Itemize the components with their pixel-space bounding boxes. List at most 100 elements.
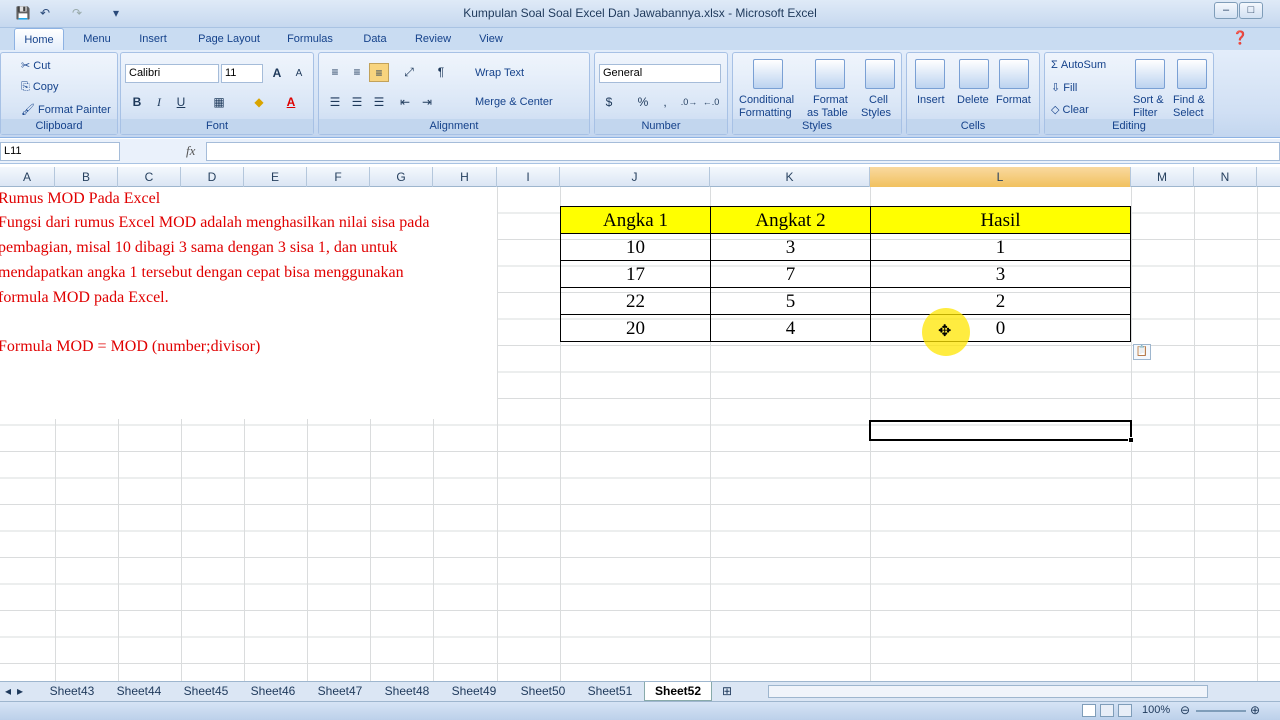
align-center-icon[interactable]: ☰ bbox=[347, 93, 367, 112]
sheet-tab[interactable]: Sheet48 bbox=[375, 682, 439, 701]
conditional-formatting-label-2[interactable]: Formatting bbox=[739, 107, 792, 119]
tab-page-layout[interactable]: Page Layout bbox=[190, 28, 268, 50]
col-header-b[interactable]: B bbox=[55, 167, 118, 187]
font-size-select[interactable]: 11 bbox=[221, 64, 263, 83]
tab-insert[interactable]: Insert bbox=[130, 28, 176, 50]
zoom-slider[interactable] bbox=[1196, 710, 1246, 712]
merge-center-button[interactable]: Merge & Center bbox=[475, 96, 553, 108]
normal-view-icon[interactable] bbox=[1082, 704, 1096, 717]
tab-formulas[interactable]: Formulas bbox=[280, 28, 340, 50]
format-as-table-label[interactable]: Format bbox=[813, 94, 848, 106]
sheet-tab[interactable]: Sheet49 bbox=[442, 682, 506, 701]
col-header-n[interactable]: N bbox=[1194, 167, 1257, 187]
bold-button[interactable]: B bbox=[127, 93, 147, 112]
table-cell[interactable]: 22 bbox=[560, 287, 711, 315]
find-select-icon[interactable] bbox=[1177, 59, 1207, 89]
font-color-icon[interactable]: A bbox=[281, 93, 301, 112]
wrap-text-button[interactable]: Wrap Text bbox=[475, 67, 524, 79]
delete-cells-label[interactable]: Delete bbox=[957, 94, 989, 106]
copy-button[interactable]: ⎘ Copy bbox=[21, 81, 59, 94]
sheet-tab[interactable]: Sheet51 bbox=[578, 682, 642, 701]
find-select-label-2[interactable]: Select bbox=[1173, 107, 1204, 119]
sort-filter-label[interactable]: Sort & bbox=[1133, 94, 1164, 106]
sheet-tab[interactable]: Sheet50 bbox=[509, 682, 577, 701]
conditional-formatting-label[interactable]: Conditional bbox=[739, 94, 794, 106]
table-header-angka2[interactable]: Angkat 2 bbox=[710, 206, 871, 234]
col-header-k[interactable]: K bbox=[710, 167, 870, 187]
formula-input[interactable] bbox=[206, 142, 1280, 161]
next-sheet-icon[interactable]: ▸ bbox=[14, 682, 26, 701]
table-cell[interactable]: 7 bbox=[710, 260, 871, 288]
horizontal-scrollbar[interactable] bbox=[768, 685, 1208, 698]
selected-cell[interactable] bbox=[869, 420, 1132, 441]
table-cell[interactable]: 3 bbox=[870, 260, 1131, 288]
format-as-table-label-2[interactable]: as Table bbox=[807, 107, 848, 119]
col-header-m[interactable]: M bbox=[1131, 167, 1194, 187]
col-header-h[interactable]: H bbox=[433, 167, 497, 187]
comma-button[interactable]: , bbox=[655, 93, 675, 112]
table-header-hasil[interactable]: Hasil bbox=[870, 206, 1131, 234]
maximize-button[interactable]: □ bbox=[1239, 2, 1263, 19]
fill-handle[interactable] bbox=[1128, 437, 1134, 443]
cut-button[interactable]: ✂ Cut bbox=[21, 59, 50, 72]
percent-button[interactable]: % bbox=[633, 93, 653, 112]
increase-decimal-icon[interactable]: .0→ bbox=[679, 93, 699, 112]
table-header-angka1[interactable]: Angka 1 bbox=[560, 206, 711, 234]
fill-button[interactable]: ⇩ Fill bbox=[1051, 81, 1077, 94]
col-header-c[interactable]: C bbox=[118, 167, 181, 187]
paste-options-icon[interactable]: 📋 bbox=[1133, 344, 1151, 360]
fill-color-icon[interactable]: ◆ bbox=[249, 93, 269, 112]
table-cell[interactable]: 5 bbox=[710, 287, 871, 315]
name-box[interactable]: L11 bbox=[0, 142, 120, 161]
decrease-decimal-icon[interactable]: ←.0 bbox=[701, 93, 721, 112]
cell-styles-label[interactable]: Cell bbox=[869, 94, 888, 106]
format-cells-label[interactable]: Format bbox=[996, 94, 1031, 106]
autosum-button[interactable]: Σ AutoSum bbox=[1051, 59, 1106, 71]
sheet-tab[interactable]: Sheet45 bbox=[174, 682, 238, 701]
align-top-icon[interactable]: ≡ bbox=[325, 63, 345, 82]
underline-button[interactable]: U bbox=[171, 93, 191, 112]
table-cell[interactable]: 2 bbox=[870, 287, 1131, 315]
sort-filter-icon[interactable] bbox=[1135, 59, 1165, 89]
table-cell[interactable]: 4 bbox=[710, 314, 871, 342]
find-select-label[interactable]: Find & bbox=[1173, 94, 1205, 106]
sheet-tab[interactable]: Sheet44 bbox=[107, 682, 171, 701]
fx-icon[interactable]: fx bbox=[186, 143, 195, 159]
insert-cells-icon[interactable] bbox=[915, 59, 945, 89]
grow-font-icon[interactable]: A bbox=[267, 64, 287, 83]
align-middle-icon[interactable]: ≡ bbox=[347, 63, 367, 82]
align-right-icon[interactable]: ☰ bbox=[369, 93, 389, 112]
tab-data[interactable]: Data bbox=[354, 28, 396, 50]
col-header-j[interactable]: J bbox=[560, 167, 710, 187]
cell-styles-icon[interactable] bbox=[865, 59, 895, 89]
col-header-i[interactable]: I bbox=[497, 167, 560, 187]
paragraph-icon[interactable]: ¶ bbox=[431, 63, 451, 82]
zoom-level[interactable]: 100% bbox=[1142, 704, 1170, 716]
col-header-g[interactable]: G bbox=[370, 167, 433, 187]
tab-review[interactable]: Review bbox=[408, 28, 458, 50]
format-as-table-icon[interactable] bbox=[815, 59, 845, 89]
insert-sheet-icon[interactable]: ⊞ bbox=[716, 682, 738, 701]
table-cell[interactable]: 3 bbox=[710, 233, 871, 261]
table-cell[interactable]: 17 bbox=[560, 260, 711, 288]
table-cell[interactable]: 1 bbox=[870, 233, 1131, 261]
zoom-in-icon[interactable]: ⊕ bbox=[1250, 703, 1260, 717]
delete-cells-icon[interactable] bbox=[959, 59, 989, 89]
prev-sheet-icon[interactable]: ◂ bbox=[2, 682, 14, 701]
decrease-indent-icon[interactable]: ⇤ bbox=[395, 93, 415, 112]
format-painter-button[interactable]: 🖌 Format Painter bbox=[21, 103, 111, 116]
table-cell[interactable]: 20 bbox=[560, 314, 711, 342]
help-icon[interactable]: ❓ bbox=[1232, 30, 1248, 46]
currency-icon[interactable]: $ bbox=[599, 93, 619, 112]
tab-home[interactable]: Home bbox=[14, 28, 64, 50]
orientation-icon[interactable]: ⤢ bbox=[399, 63, 419, 82]
table-cell[interactable]: 10 bbox=[560, 233, 711, 261]
sheet-tab[interactable]: Sheet46 bbox=[241, 682, 305, 701]
col-header-d[interactable]: D bbox=[181, 167, 244, 187]
increase-indent-icon[interactable]: ⇥ bbox=[417, 93, 437, 112]
borders-icon[interactable]: ▦ bbox=[209, 93, 229, 112]
zoom-out-icon[interactable]: ⊖ bbox=[1180, 703, 1190, 717]
page-break-view-icon[interactable] bbox=[1118, 704, 1132, 717]
cell-styles-label-2[interactable]: Styles bbox=[861, 107, 891, 119]
minimize-button[interactable]: – bbox=[1214, 2, 1238, 19]
